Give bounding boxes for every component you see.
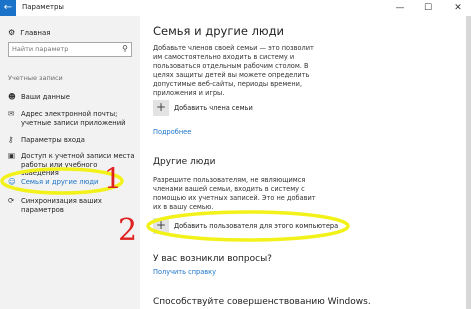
gear-icon: ⚙ xyxy=(8,28,16,37)
close-button[interactable]: ✕ xyxy=(444,0,472,16)
search-box[interactable]: ⚲ xyxy=(8,42,132,57)
sidebar-item-your-info[interactable]: ☻ Ваши данные xyxy=(8,92,136,102)
main-content: Семья и другие люди Добавьте членов свое… xyxy=(140,16,474,309)
add-family-member-label: Добавить члена семьи xyxy=(174,104,253,112)
key-icon: ⚷ xyxy=(8,135,14,144)
sidebar-item-label: Адрес электронной почты; учетные записи … xyxy=(21,110,126,127)
sidebar-item-label: Параметры входа xyxy=(21,136,85,144)
questions-heading: У вас возникли вопросы? xyxy=(153,254,272,264)
search-icon[interactable]: ⚲ xyxy=(122,44,128,53)
app-title: Параметры xyxy=(22,3,64,11)
back-button[interactable]: ← xyxy=(0,0,16,16)
title-bar: ← Параметры — ☐ ✕ xyxy=(0,0,474,16)
other-people-intro: Разрешите пользователям, не являющимся ч… xyxy=(153,176,316,211)
sidebar-item-label: Синхронизация ваших параметров xyxy=(21,197,102,214)
plus-icon: + xyxy=(153,218,169,234)
section-label-accounts: Учетные записи xyxy=(8,74,63,82)
family-intro: Добавьте членов своей семьи — это позвол… xyxy=(153,44,314,97)
home-link[interactable]: ⚙ Главная xyxy=(8,28,50,37)
add-user-label: Добавить пользователя для этого компьюте… xyxy=(174,222,339,230)
sidebar-item-label: Доступ к учетной записи места работы или… xyxy=(21,152,135,177)
sync-icon: ⟳ xyxy=(8,196,15,205)
more-info-link[interactable]: Подробнее xyxy=(153,128,191,136)
other-people-heading: Другие люди xyxy=(153,157,216,167)
search-input[interactable] xyxy=(12,45,112,53)
scrollbar[interactable] xyxy=(466,16,471,309)
page-title: Семья и другие люди xyxy=(153,24,285,38)
maximize-button[interactable]: ☐ xyxy=(414,0,442,16)
sidebar-item-label: Семья и другие люди xyxy=(21,178,99,186)
person-card-icon: ☻ xyxy=(8,92,16,101)
sidebar-item-email-accounts[interactable]: ✉ Адрес электронной почты; учетные запис… xyxy=(8,109,136,127)
sidebar-item-sign-in-options[interactable]: ⚷ Параметры входа xyxy=(8,135,136,145)
email-icon: ✉ xyxy=(8,109,15,118)
sidebar-item-sync[interactable]: ⟳ Синхронизация ваших параметров xyxy=(8,196,136,214)
sidebar-item-work-access[interactable]: ▣ Доступ к учетной записи места работы и… xyxy=(8,151,136,178)
sidebar: ⚙ Главная ⚲ Учетные записи ☻ Ваши данные… xyxy=(0,16,140,309)
improve-windows-heading: Способствуйте совершенствованию Windows. xyxy=(153,297,371,307)
sidebar-item-label: Ваши данные xyxy=(21,93,70,101)
person-add-icon: ☺ xyxy=(8,177,16,186)
home-label: Главная xyxy=(20,29,51,37)
plus-icon: + xyxy=(153,100,169,116)
get-help-link[interactable]: Получить справку xyxy=(153,268,216,276)
briefcase-icon: ▣ xyxy=(8,151,16,160)
sidebar-item-family[interactable]: ☺ Семья и другие люди xyxy=(8,177,136,187)
arrow-left-icon: ← xyxy=(3,2,13,13)
minimize-button[interactable]: — xyxy=(386,0,414,16)
